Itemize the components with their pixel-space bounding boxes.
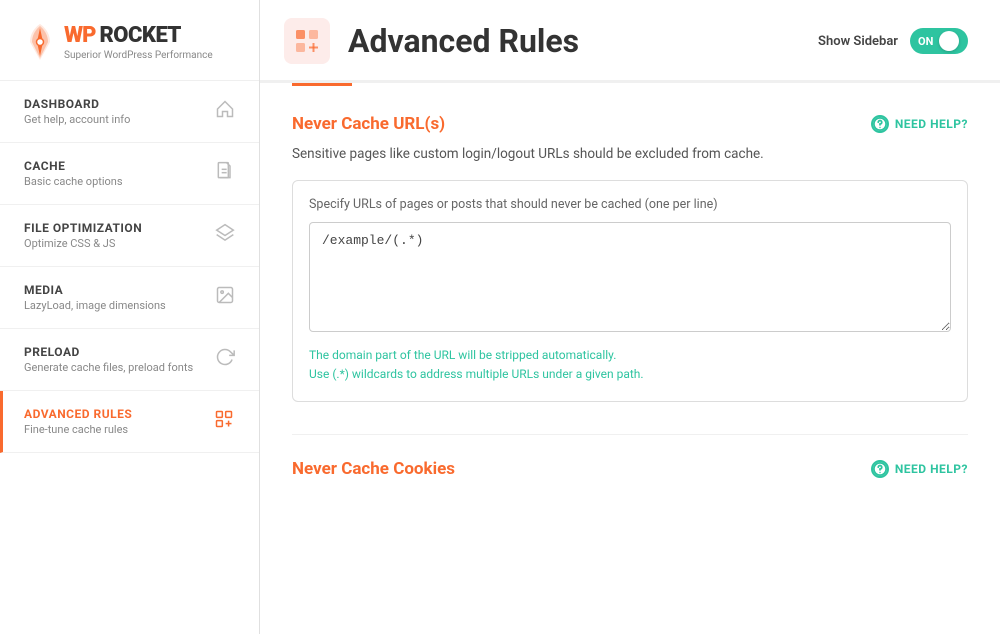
image-icon (215, 285, 235, 310)
nav-sublabel-file-optimization: Optimize CSS & JS (24, 237, 142, 250)
section-description-never-cache-urls: Sensitive pages like custom login/logout… (292, 144, 968, 164)
nav-sublabel-media: LazyLoad, image dimensions (24, 299, 166, 312)
show-sidebar-label: Show Sidebar (818, 34, 898, 49)
nav-label-file-optimization: FILE OPTIMIZATION (24, 221, 142, 235)
nav-sublabel-advanced-rules: Fine-tune cache rules (24, 423, 132, 436)
toggle-on-label: ON (918, 35, 933, 48)
sidebar: WP ROCKET Superior WordPress Performance… (0, 0, 260, 634)
nav-sublabel-dashboard: Get help, account info (24, 113, 130, 126)
nav-label-media: MEDIA (24, 283, 166, 297)
home-icon (215, 99, 235, 124)
rules-icon (213, 409, 235, 434)
need-help-label-cookies: NEED HELP? (895, 462, 968, 476)
section-never-cache-urls: Never Cache URL(s) NEED HELP? Sensitive … (292, 114, 968, 402)
logo-rocket: ROCKET (99, 23, 180, 48)
logo-area: WP ROCKET Superior WordPress Performance (0, 0, 259, 81)
page-title: Advanced Rules (348, 22, 579, 60)
url-textarea[interactable] (309, 222, 951, 332)
sidebar-item-preload[interactable]: PRELOAD Generate cache files, preload fo… (0, 329, 259, 391)
sidebar-item-advanced-rules[interactable]: ADVANCED RULES Fine-tune cache rules (0, 391, 259, 453)
need-help-button-urls[interactable]: NEED HELP? (871, 115, 968, 133)
rocket-logo-icon (24, 22, 56, 62)
nav-label-cache: CACHE (24, 159, 123, 173)
header-left: Advanced Rules (284, 18, 579, 80)
file-icon (215, 161, 235, 186)
section-title-never-cache-cookies: Never Cache Cookies (292, 459, 455, 479)
nav-sublabel-preload: Generate cache files, preload fonts (24, 361, 193, 374)
hint-line-2: Use (.*) wildcards to address multiple U… (309, 365, 951, 384)
url-input-box: Specify URLs of pages or posts that shou… (292, 180, 968, 401)
main-content: Advanced Rules Show Sidebar ON Never Cac… (260, 0, 1000, 634)
logo-tagline: Superior WordPress Performance (64, 50, 213, 61)
hint-line-1: The domain part of the URL will be strip… (309, 346, 951, 365)
help-circle-icon-urls (871, 115, 889, 133)
toggle-knob (939, 31, 959, 51)
nav-label-advanced-rules: ADVANCED RULES (24, 407, 132, 421)
sidebar-item-dashboard[interactable]: DASHBOARD Get help, account info (0, 81, 259, 143)
need-help-label-urls: NEED HELP? (895, 117, 968, 131)
header-right: Show Sidebar ON (818, 28, 968, 70)
content-area: Never Cache URL(s) NEED HELP? Sensitive … (260, 86, 1000, 545)
page-header: Advanced Rules Show Sidebar ON (260, 0, 1000, 83)
url-hint-text: The domain part of the URL will be strip… (309, 346, 951, 384)
section-header-never-cache-urls: Never Cache URL(s) NEED HELP? (292, 114, 968, 134)
layers-icon (215, 223, 235, 248)
sidebar-item-media[interactable]: MEDIA LazyLoad, image dimensions (0, 267, 259, 329)
section-never-cache-cookies: Never Cache Cookies NEED HELP? (292, 459, 968, 489)
help-circle-icon-cookies (871, 460, 889, 478)
nav-label-preload: PRELOAD (24, 345, 193, 359)
page-icon (284, 18, 330, 64)
section-title-never-cache-urls: Never Cache URL(s) (292, 114, 445, 134)
nav-label-dashboard: DASHBOARD (24, 97, 130, 111)
logo-wp: WP (64, 23, 95, 48)
section-divider (292, 434, 968, 435)
need-help-button-cookies[interactable]: NEED HELP? (871, 460, 968, 478)
section-header-never-cache-cookies: Never Cache Cookies NEED HELP? (292, 459, 968, 479)
refresh-icon (215, 347, 235, 372)
sidebar-item-file-optimization[interactable]: FILE OPTIMIZATION Optimize CSS & JS (0, 205, 259, 267)
nav-sublabel-cache: Basic cache options (24, 175, 123, 188)
show-sidebar-toggle[interactable]: ON (910, 28, 968, 54)
sidebar-item-cache[interactable]: CACHE Basic cache options (0, 143, 259, 205)
url-input-label: Specify URLs of pages or posts that shou… (309, 197, 951, 212)
advanced-rules-page-icon (292, 26, 322, 56)
